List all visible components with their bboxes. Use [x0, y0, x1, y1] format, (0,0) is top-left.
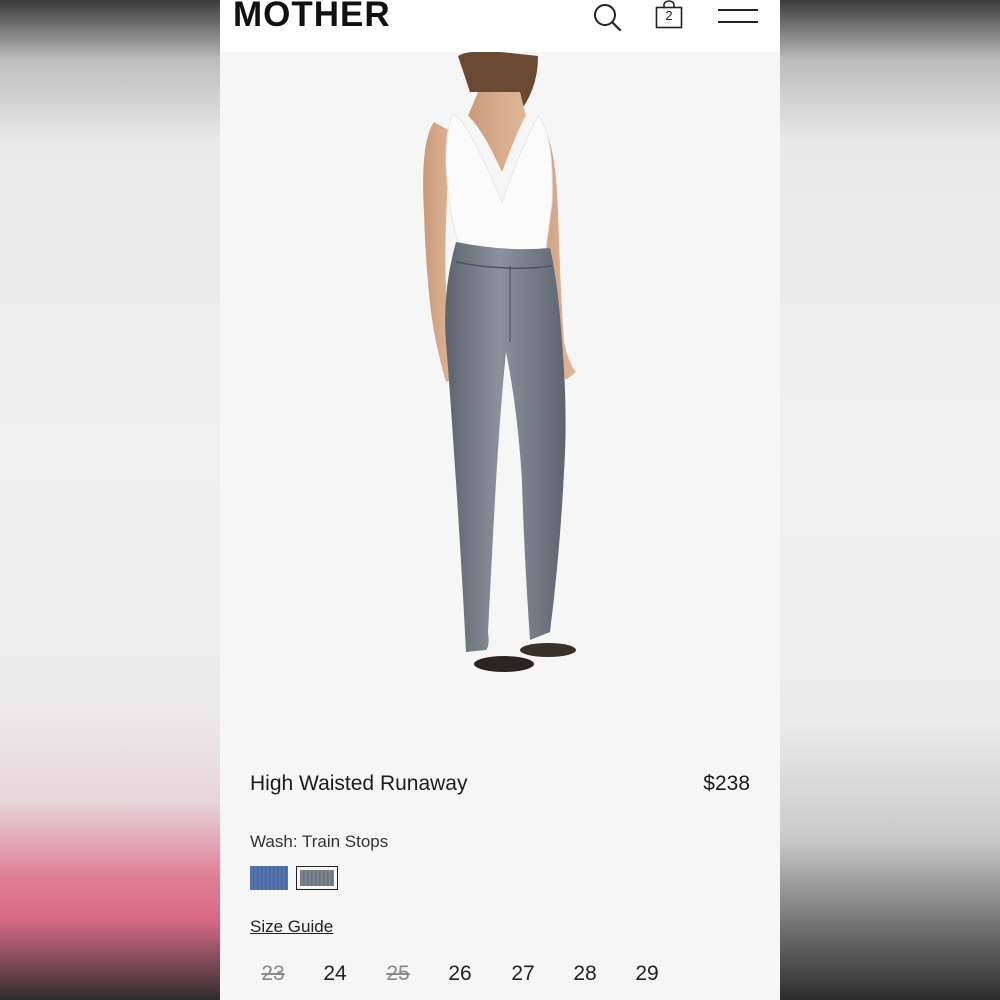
blurred-background-right: [780, 0, 1000, 1000]
search-button[interactable]: [592, 0, 624, 34]
model-jeans-image: [423, 51, 576, 672]
cart-count-badge: 2: [665, 8, 673, 23]
size-option-24[interactable]: 24: [312, 962, 358, 986]
swatch-train-stops[interactable]: [296, 866, 338, 890]
mobile-page: MOTHER 2 High Waisted Runaway $238 Wash:…: [220, 0, 780, 1000]
search-icon: [594, 4, 622, 32]
site-header: MOTHER 2: [220, 0, 780, 52]
swatch-blue-wash[interactable]: [250, 866, 288, 890]
brand-logo[interactable]: MOTHER: [233, 0, 391, 35]
size-option-29[interactable]: 29: [624, 962, 670, 986]
size-option-25[interactable]: 25: [375, 962, 421, 986]
product-image[interactable]: [220, 51, 780, 742]
size-option-27[interactable]: 27: [500, 962, 546, 986]
size-option-28[interactable]: 28: [562, 962, 608, 986]
menu-button[interactable]: [717, 4, 759, 28]
size-selector: 23 24 25 26 27 28 29: [250, 962, 770, 992]
product-title: High Waisted Runaway: [250, 772, 468, 795]
size-option-26[interactable]: 26: [437, 962, 483, 986]
swatch-train-stops-fill: [300, 870, 334, 886]
blurred-background-left: [0, 0, 220, 1000]
hamburger-menu-icon: [718, 9, 758, 23]
wash-label: Wash: Train Stops: [250, 832, 389, 851]
size-guide-link[interactable]: Size Guide: [250, 917, 333, 937]
size-option-23[interactable]: 23: [250, 962, 296, 986]
cart-button[interactable]: 2: [654, 0, 684, 32]
product-price: $238: [703, 772, 750, 795]
